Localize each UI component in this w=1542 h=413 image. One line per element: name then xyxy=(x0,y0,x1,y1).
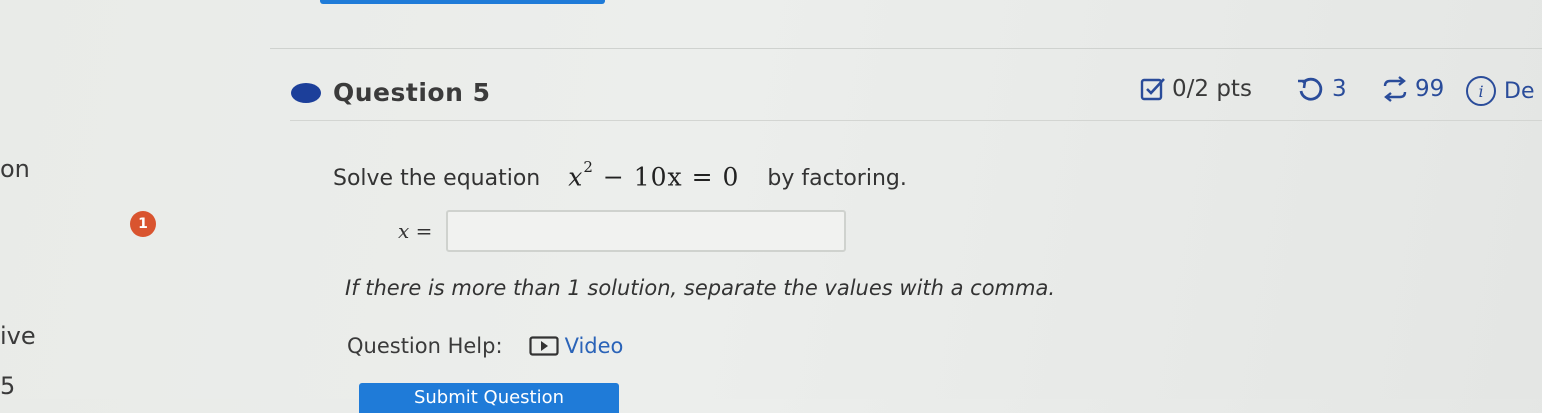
question-help-label: Question Help: xyxy=(347,334,503,358)
header-divider xyxy=(290,120,1542,121)
question-help: Question Help: Video xyxy=(347,334,623,358)
answer-input[interactable] xyxy=(446,210,847,252)
details-label[interactable]: De xyxy=(1504,79,1534,104)
points-indicator: 0/2 pts xyxy=(1140,76,1252,102)
video-play-icon xyxy=(528,336,559,356)
info-icon: i xyxy=(1466,76,1496,106)
sync-icon xyxy=(1381,76,1409,102)
top-accent-bar xyxy=(320,0,605,4)
video-label[interactable]: Video xyxy=(565,334,624,358)
attempts-count: 99 xyxy=(1415,76,1445,102)
question-title: Question 5 xyxy=(333,78,491,107)
question-status-dot xyxy=(291,83,321,103)
equation-variable: x xyxy=(568,162,584,192)
prompt-suffix: by factoring. xyxy=(767,166,907,192)
sidebar-fragment-mid[interactable]: ive xyxy=(0,322,36,350)
answer-label: x = xyxy=(398,219,432,243)
attempts-indicator: 99 xyxy=(1381,76,1444,102)
retry-icon xyxy=(1296,76,1326,102)
equation-exponent: 2 xyxy=(583,158,594,176)
question-prompt: Solve the equation x2 − 10x = 0 by facto… xyxy=(333,158,907,192)
equation: x2 − 10x = 0 xyxy=(568,158,740,192)
sidebar-fragment-top[interactable]: on xyxy=(0,155,30,183)
hint-text: If there is more than 1 solution, separa… xyxy=(345,276,1056,300)
retries-indicator: 3 xyxy=(1296,76,1347,102)
answer-variable: x xyxy=(398,219,410,243)
step-badge: 1 xyxy=(130,211,156,237)
prompt-prefix: Solve the equation xyxy=(333,166,541,192)
answer-equals: = xyxy=(415,219,433,243)
retries-count: 3 xyxy=(1332,76,1347,102)
checkbox-edit-icon xyxy=(1140,77,1166,101)
points-text: 0/2 pts xyxy=(1172,76,1252,102)
details-link[interactable]: i De xyxy=(1466,76,1534,106)
equation-rest: − 10x = 0 xyxy=(593,162,740,192)
sidebar-fragment-bottom[interactable]: 5 xyxy=(0,372,15,400)
answer-row: x = xyxy=(398,210,847,252)
submit-question-button[interactable]: Submit Question xyxy=(359,383,619,413)
divider xyxy=(270,48,1542,49)
video-link[interactable]: Video xyxy=(528,334,624,358)
